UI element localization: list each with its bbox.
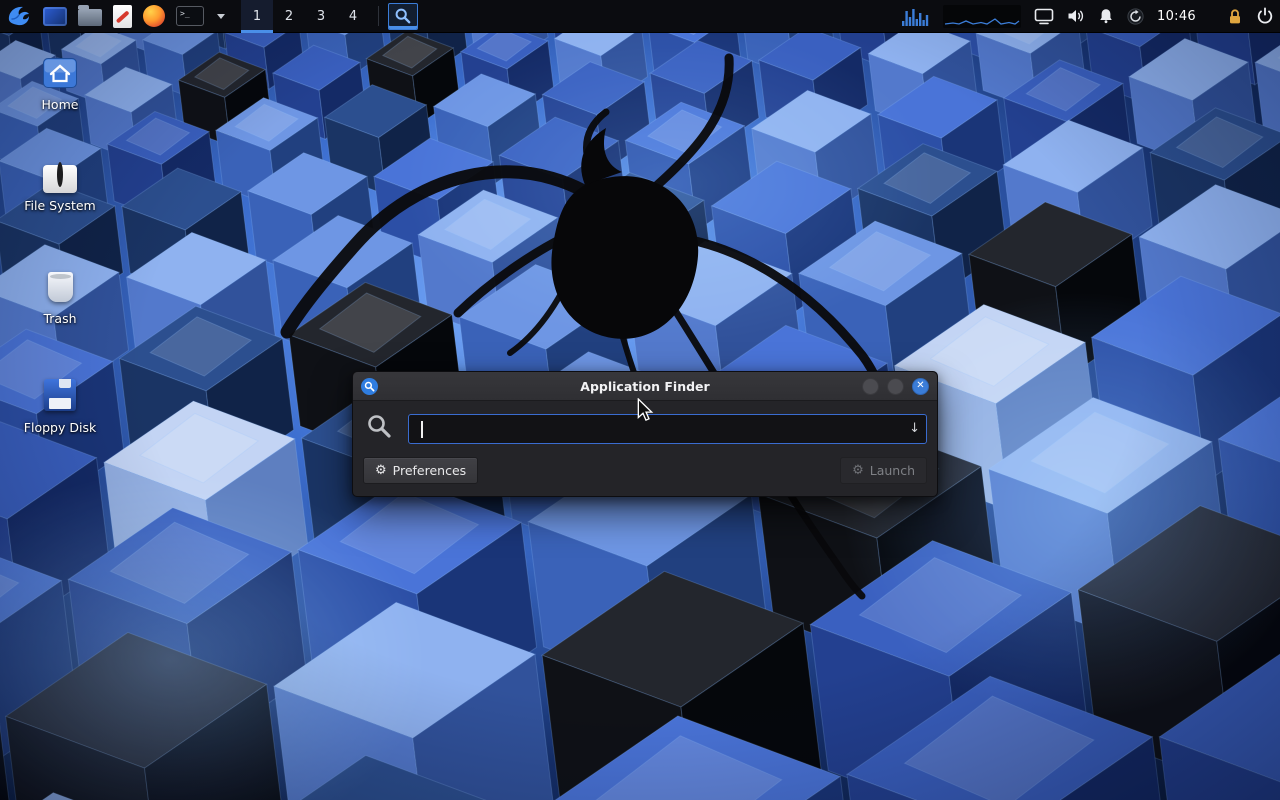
desktop-icon-label: Trash <box>12 311 108 326</box>
system-graph-widget[interactable] <box>943 5 1021 28</box>
preferences-button[interactable]: ⚙ Preferences <box>363 457 478 484</box>
workspace-2[interactable]: 2 <box>273 0 305 33</box>
kali-menu-logo[interactable] <box>6 3 32 29</box>
notifications-bell-icon[interactable] <box>1098 8 1114 24</box>
launch-icon: ⚙ <box>852 464 864 477</box>
desktop-root: Home File System Trash Floppy Disk Appli… <box>0 0 1280 800</box>
desktop-icon-home[interactable]: Home <box>12 58 108 112</box>
preferences-button-label: Preferences <box>393 463 467 478</box>
search-input[interactable] <box>415 421 902 436</box>
top-panel: >_ 1 2 3 4 <box>0 0 1280 33</box>
search-entry-frame: ↓ <box>408 414 927 444</box>
gear-icon: ⚙ <box>375 464 387 477</box>
terminal-launcher-icon[interactable]: >_ <box>176 6 204 26</box>
workspace-4[interactable]: 4 <box>337 0 369 33</box>
workspace-1[interactable]: 1 <box>241 0 273 33</box>
minimize-button[interactable] <box>862 378 879 395</box>
close-button[interactable]: ✕ <box>912 378 929 395</box>
file-system-drive-icon <box>43 165 77 193</box>
home-folder-icon <box>43 58 77 92</box>
floppy-disk-icon <box>44 379 76 411</box>
search-icon <box>366 413 393 444</box>
power-logout-icon[interactable] <box>1256 7 1274 25</box>
workspace-3[interactable]: 3 <box>305 0 337 33</box>
desktop-icon-floppy-disk[interactable]: Floppy Disk <box>12 379 108 435</box>
trash-icon <box>48 272 73 302</box>
window-title: Application Finder <box>353 379 937 394</box>
application-finder-window: Application Finder ✕ ↓ ⚙ <box>352 371 938 497</box>
terminal-dropdown-caret[interactable] <box>217 14 225 19</box>
screen-lock-icon[interactable] <box>1227 8 1243 25</box>
file-manager-launcher-icon[interactable] <box>43 7 67 26</box>
workspace-switcher: 1 2 3 4 <box>241 0 369 33</box>
entry-dropdown-arrow[interactable]: ↓ <box>909 421 920 436</box>
firefox-launcher-icon[interactable] <box>143 5 165 27</box>
desktop-icon-file-system[interactable]: File System <box>12 165 108 213</box>
appfinder-window-icon <box>361 378 378 395</box>
panel-separator <box>378 6 379 26</box>
desktop-icon-label: Home <box>12 97 108 112</box>
taskbar-appfinder-item[interactable] <box>388 3 418 30</box>
desktop-icon-label: Floppy Disk <box>12 420 108 435</box>
maximize-button[interactable] <box>887 378 904 395</box>
clock[interactable]: 10:46 <box>1157 9 1196 24</box>
launch-button[interactable]: ⚙ Launch <box>840 457 927 484</box>
folder-launcher-icon[interactable] <box>78 6 102 26</box>
updates-icon[interactable] <box>1127 8 1144 25</box>
desktop-icon-trash[interactable]: Trash <box>12 272 108 326</box>
audio-meter-widget[interactable] <box>902 5 930 27</box>
appfinder-task-icon <box>394 7 412 25</box>
desktop-icon-label: File System <box>12 198 108 213</box>
display-icon[interactable] <box>1034 8 1054 25</box>
launch-button-label: Launch <box>870 463 915 478</box>
text-caret <box>421 421 423 438</box>
titlebar[interactable]: Application Finder ✕ <box>353 372 937 401</box>
volume-icon[interactable] <box>1067 8 1085 24</box>
text-editor-launcher-icon[interactable] <box>113 5 132 28</box>
